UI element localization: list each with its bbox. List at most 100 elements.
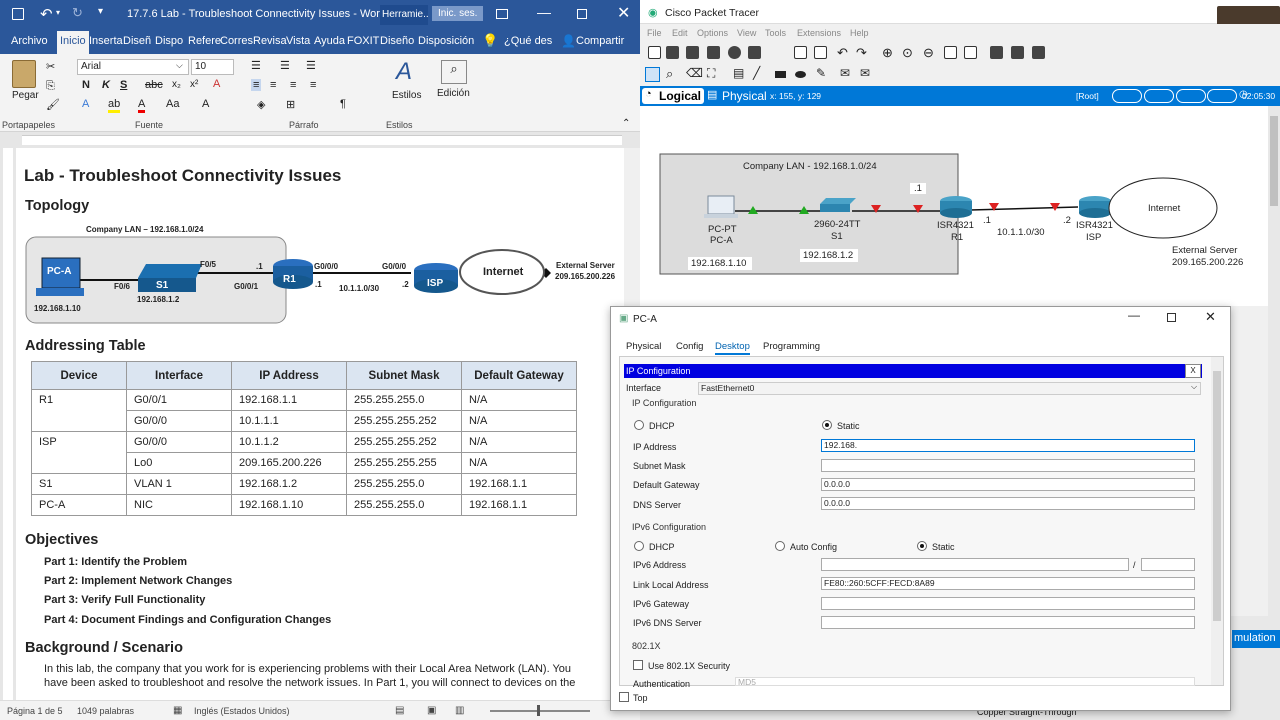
- maximize-icon[interactable]: [577, 9, 587, 19]
- simulation-tab[interactable]: mulation: [1232, 630, 1280, 648]
- inspect-icon[interactable]: ⌕: [666, 66, 673, 82]
- static-v6-label[interactable]: Static: [932, 542, 955, 552]
- font-size-select[interactable]: 10: [191, 59, 234, 75]
- copy-icon[interactable]: ⎘: [46, 80, 55, 93]
- grow-font-icon[interactable]: A: [202, 98, 209, 110]
- tab-correspondencia[interactable]: Corres: [220, 35, 253, 47]
- ipv6-prefix-input[interactable]: [1141, 558, 1195, 571]
- multilevel-icon[interactable]: ☰: [306, 59, 316, 72]
- styles-button[interactable]: Estilos: [392, 90, 421, 101]
- pca-content-scrollbar[interactable]: [1211, 357, 1223, 685]
- copy-icon[interactable]: [794, 46, 807, 59]
- menu-view[interactable]: View: [737, 28, 756, 38]
- collapse-ribbon-icon[interactable]: ⌃: [622, 118, 630, 129]
- tab-diseno[interactable]: Diseñ: [123, 35, 151, 47]
- pt-logical-canvas[interactable]: Company LAN - 192.168.1.0/24 PC-PT PC-A …: [640, 106, 1268, 306]
- styles-icon[interactable]: A: [396, 58, 412, 86]
- paste-label[interactable]: Pegar: [12, 90, 39, 101]
- static-radio[interactable]: [822, 420, 832, 430]
- pdu-list-icon[interactable]: [1032, 46, 1045, 59]
- redo-icon[interactable]: ↷: [856, 45, 867, 61]
- menu-edit[interactable]: Edit: [672, 28, 688, 38]
- open-icon[interactable]: [666, 46, 679, 59]
- strikethrough-icon[interactable]: abc: [145, 79, 163, 91]
- page-count[interactable]: Página 1 de 5: [7, 706, 63, 716]
- bold-icon[interactable]: N: [82, 79, 90, 91]
- justify-icon[interactable]: ≡: [310, 79, 316, 91]
- freeform-icon[interactable]: ✎: [816, 66, 826, 80]
- read-mode-icon[interactable]: ▣: [427, 705, 436, 716]
- new-cluster-button[interactable]: [1112, 89, 1142, 103]
- share-icon[interactable]: 👤: [561, 34, 576, 48]
- cut-icon[interactable]: ✂: [46, 60, 55, 73]
- tab-disposicion[interactable]: Dispo: [155, 35, 183, 47]
- save-icon[interactable]: [12, 8, 24, 20]
- italic-icon[interactable]: K: [102, 79, 110, 91]
- tab-config[interactable]: Config: [676, 341, 703, 352]
- tab-archivo[interactable]: Archivo: [11, 35, 48, 47]
- tab-desktop[interactable]: Desktop: [715, 341, 750, 355]
- delete-icon[interactable]: ⌫: [686, 66, 703, 80]
- cluster-icon[interactable]: [990, 46, 1003, 59]
- dhcp-radio[interactable]: [634, 420, 644, 430]
- shading-icon[interactable]: ◈: [257, 98, 265, 111]
- font-name-dropdown-icon[interactable]: ⌵: [176, 60, 183, 71]
- move-object-button[interactable]: [1144, 89, 1174, 103]
- pca-minimize-icon[interactable]: —: [1128, 308, 1140, 322]
- simple-pdu-icon[interactable]: ✉: [840, 66, 850, 80]
- minimize-icon[interactable]: —: [537, 4, 551, 20]
- tab-insertar[interactable]: Inserta: [89, 35, 123, 47]
- share-button[interactable]: Compartir: [576, 35, 624, 47]
- drawing-palette-icon[interactable]: [944, 46, 957, 59]
- line-icon[interactable]: ╱: [753, 66, 760, 80]
- static-label[interactable]: Static: [837, 421, 860, 431]
- zoom-slider[interactable]: [490, 710, 590, 712]
- tab-physical[interactable]: Physical: [626, 341, 661, 352]
- tab-ayuda[interactable]: Ayuda: [314, 35, 345, 47]
- tab-diseno-table[interactable]: Diseño: [380, 35, 414, 47]
- tab-programming[interactable]: Programming: [763, 341, 820, 352]
- ipv6-dns-input[interactable]: [821, 616, 1195, 629]
- tab-inicio[interactable]: Inicio: [57, 31, 89, 54]
- search-icon[interactable]: ⌕: [441, 60, 467, 84]
- align-left-icon[interactable]: ≡: [251, 79, 262, 91]
- ip-config-close-button[interactable]: X: [1185, 364, 1201, 378]
- ipv6-gateway-input[interactable]: [821, 597, 1195, 610]
- redo-icon[interactable]: ↻: [72, 5, 83, 21]
- menu-file[interactable]: File: [647, 28, 662, 38]
- gateway-input[interactable]: 0.0.0.0: [821, 478, 1195, 491]
- tab-referencias[interactable]: Refere: [188, 35, 221, 47]
- logical-label[interactable]: Logical: [659, 89, 701, 103]
- complex-pdu-icon[interactable]: ✉: [860, 66, 870, 80]
- auto-config-radio[interactable]: [775, 541, 785, 551]
- pilcrow-icon[interactable]: ¶: [340, 98, 346, 110]
- ellipse-icon[interactable]: [795, 71, 806, 78]
- dns-input[interactable]: 0.0.0.0: [821, 497, 1195, 510]
- auto-config-label[interactable]: Auto Config: [790, 542, 837, 552]
- pca-maximize-icon[interactable]: [1167, 313, 1176, 322]
- align-right-icon[interactable]: ≡: [290, 79, 296, 91]
- menu-extensions[interactable]: Extensions: [797, 28, 841, 38]
- undo-icon[interactable]: ↶: [40, 5, 53, 23]
- font-color-icon[interactable]: A: [138, 98, 146, 113]
- zoom-reset-icon[interactable]: ⊙: [902, 45, 913, 61]
- font-name-select[interactable]: Arial: [77, 59, 189, 75]
- select-icon[interactable]: [645, 67, 660, 82]
- physical-label[interactable]: Physical: [722, 89, 767, 103]
- set-background-button[interactable]: [1176, 89, 1206, 103]
- bullets-icon[interactable]: ☰: [251, 59, 261, 72]
- zoom-out-icon[interactable]: ⊖: [923, 45, 934, 61]
- tab-vista[interactable]: Vista: [286, 35, 310, 47]
- dhcpv6-label[interactable]: DHCP: [649, 542, 675, 552]
- subnet-mask-input[interactable]: [821, 459, 1195, 472]
- tell-me-box[interactable]: ¿Qué des: [504, 35, 552, 47]
- underline-icon[interactable]: S: [120, 79, 127, 91]
- viewport-icon[interactable]: [1011, 46, 1024, 59]
- language[interactable]: Inglés (Estados Unidos): [194, 706, 290, 716]
- format-painter-icon[interactable]: 🖌: [46, 98, 60, 111]
- subscript-icon[interactable]: x₂: [172, 79, 181, 90]
- zoom-in-icon[interactable]: ⊕: [882, 45, 893, 61]
- tab-foxit[interactable]: FOXIT: [347, 35, 379, 47]
- dot1x-checkbox[interactable]: [633, 660, 643, 670]
- pca-scroll-thumb[interactable]: [1213, 371, 1221, 621]
